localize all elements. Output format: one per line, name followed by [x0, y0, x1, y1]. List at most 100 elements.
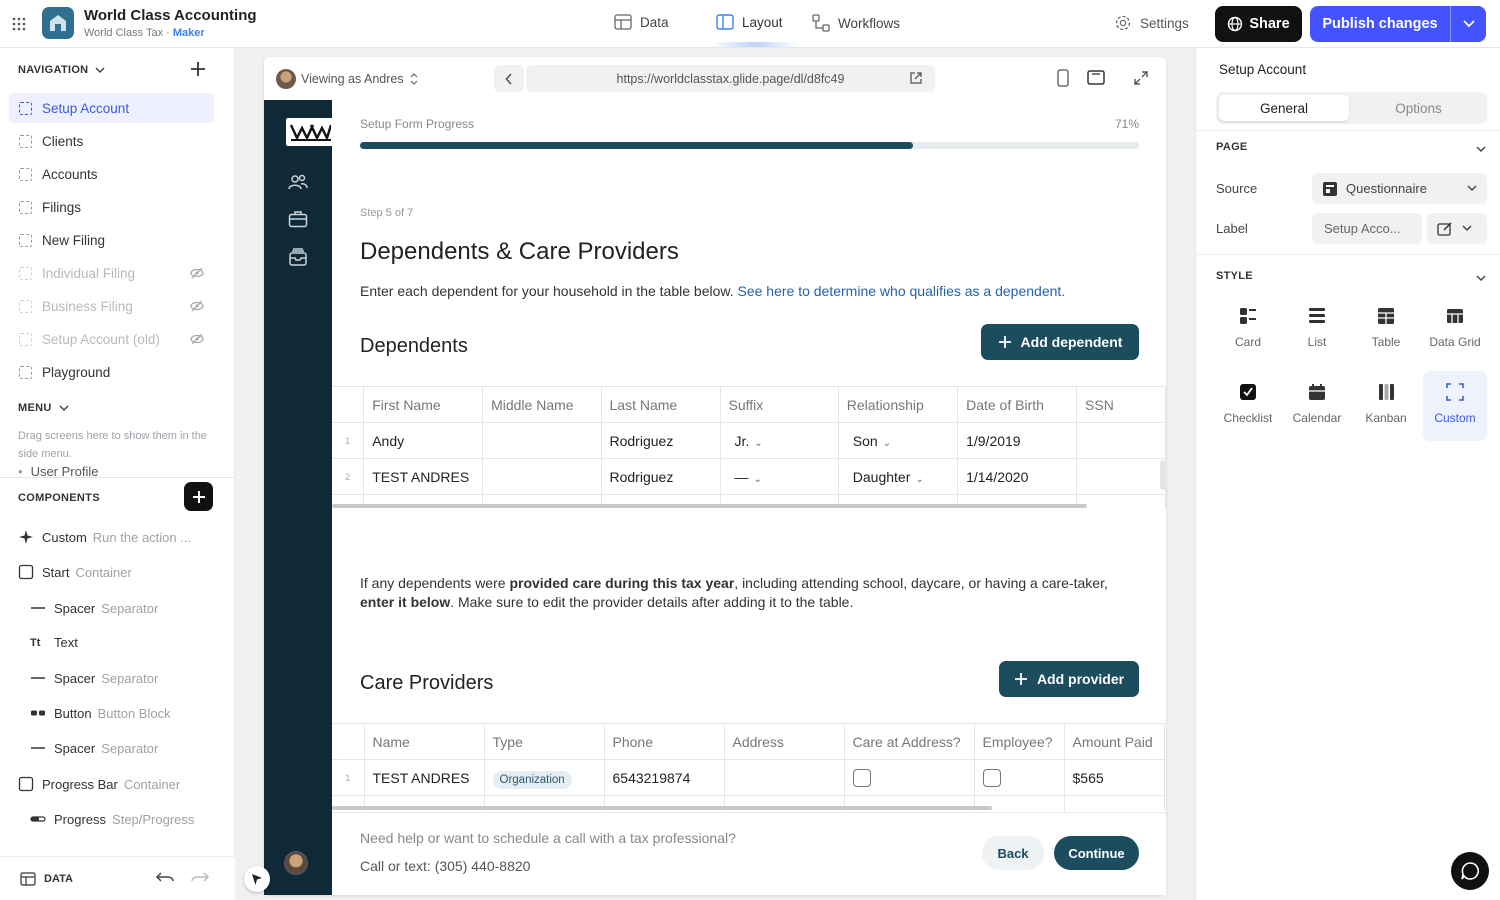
- cell-last-name[interactable]: Rodriguez: [600, 422, 721, 459]
- cell-dob[interactable]: 1/14/2020: [957, 458, 1078, 495]
- data-footer-button[interactable]: DATA: [20, 872, 73, 886]
- chevron-down-icon[interactable]: [1476, 141, 1486, 156]
- add-provider-button[interactable]: Add provider: [999, 661, 1139, 697]
- component-button[interactable]: Button Button Block: [30, 705, 171, 721]
- horizontal-scrollbar[interactable]: [332, 806, 992, 810]
- style-list[interactable]: List: [1285, 295, 1349, 365]
- table-row[interactable]: 1 TEST ANDRES Organization 6543219874 $5…: [332, 759, 1165, 796]
- cell-type[interactable]: Organization: [483, 759, 605, 796]
- column-header[interactable]: SSN: [1076, 386, 1166, 423]
- nav-item-setup-account-old[interactable]: Setup Account (old): [9, 324, 214, 354]
- mobile-view-icon[interactable]: [1057, 69, 1069, 90]
- label-input[interactable]: Setup Acco...: [1312, 213, 1422, 244]
- style-data-grid[interactable]: Data Grid: [1423, 295, 1487, 365]
- add-component-button[interactable]: [184, 482, 213, 511]
- cell-name[interactable]: TEST ANDRES: [363, 759, 485, 796]
- cell-address[interactable]: [723, 759, 845, 796]
- style-custom[interactable]: Custom: [1423, 371, 1487, 441]
- cell-first-name[interactable]: Andy: [363, 422, 484, 459]
- user-avatar[interactable]: [284, 851, 308, 875]
- source-select[interactable]: Questionnaire: [1312, 173, 1487, 204]
- column-header[interactable]: Type: [483, 723, 605, 760]
- component-spacer[interactable]: Spacer Separator: [30, 600, 158, 616]
- inbox-icon[interactable]: [288, 247, 308, 270]
- cell-relationship[interactable]: Daughter ⌄: [837, 458, 959, 495]
- cell-phone[interactable]: 6543219874: [603, 759, 725, 796]
- apps-grid-icon[interactable]: [12, 17, 26, 34]
- table-row[interactable]: 2 TEST ANDRES Rodriguez — ⌄ Daughter ⌄ 1/1…: [332, 458, 1166, 495]
- url-bar[interactable]: https://worldclasstax.glide.page/dl/d8fc…: [526, 65, 935, 92]
- tab-data[interactable]: Data: [614, 14, 669, 30]
- menu-header[interactable]: MENU: [18, 402, 69, 414]
- open-external-icon[interactable]: [909, 71, 923, 88]
- column-header[interactable]: Last Name: [600, 386, 721, 423]
- tab-options[interactable]: Options: [1353, 95, 1484, 121]
- briefcase-icon[interactable]: [288, 210, 308, 231]
- users-icon[interactable]: [288, 173, 308, 194]
- redo-icon[interactable]: [190, 871, 210, 888]
- component-start[interactable]: Start Container: [18, 564, 132, 580]
- continue-button[interactable]: Continue: [1054, 836, 1139, 870]
- tablet-view-icon[interactable]: [1087, 70, 1105, 88]
- cell-ssn[interactable]: [1076, 422, 1166, 459]
- column-header[interactable]: Employee?: [973, 723, 1065, 760]
- style-table[interactable]: Table: [1354, 295, 1418, 365]
- cell-care-at-address[interactable]: [843, 759, 975, 796]
- component-text[interactable]: Tt Text: [30, 635, 78, 650]
- cell-last-name[interactable]: Rodriguez: [600, 458, 721, 495]
- component-spacer[interactable]: Spacer Separator: [30, 670, 158, 686]
- select-tool-button[interactable]: [244, 866, 270, 892]
- back-button[interactable]: Back: [982, 836, 1044, 870]
- tab-workflows[interactable]: Workflows: [812, 14, 900, 32]
- cell-relationship[interactable]: Son ⌄: [837, 422, 959, 459]
- nav-item-filings[interactable]: Filings: [9, 192, 214, 222]
- navigation-header[interactable]: NAVIGATION: [18, 64, 105, 76]
- cell-suffix[interactable]: Jr. ⌄: [719, 422, 839, 459]
- component-spacer[interactable]: Spacer Separator: [30, 740, 158, 756]
- chevron-down-icon[interactable]: [1476, 270, 1486, 285]
- style-calendar[interactable]: Calendar: [1285, 371, 1349, 441]
- nav-item-setup-account[interactable]: Setup Account: [9, 93, 214, 123]
- component-progress[interactable]: Progress Step/Progress: [30, 811, 194, 827]
- column-header[interactable]: Name: [363, 723, 485, 760]
- table-row[interactable]: 1 Andy Rodriguez Jr. ⌄ Son ⌄ 1/9/2019: [332, 422, 1166, 459]
- share-button[interactable]: Share: [1215, 6, 1302, 42]
- add-screen-icon[interactable]: [190, 61, 206, 80]
- viewing-as-selector[interactable]: Viewing as Andres: [276, 69, 418, 89]
- column-header[interactable]: Care at Address?: [843, 723, 975, 760]
- style-checklist[interactable]: Checklist: [1216, 371, 1280, 441]
- publish-button[interactable]: Publish changes: [1310, 6, 1486, 42]
- chat-support-button[interactable]: [1451, 852, 1489, 890]
- column-header[interactable]: First Name: [363, 386, 484, 423]
- style-card[interactable]: Card: [1216, 295, 1280, 365]
- cell-dob[interactable]: 1/9/2019: [957, 422, 1078, 459]
- cell-first-name[interactable]: TEST ANDRES: [363, 458, 484, 495]
- nav-item-accounts[interactable]: Accounts: [9, 159, 214, 189]
- cell-suffix[interactable]: — ⌄: [719, 458, 839, 495]
- column-header[interactable]: Date of Birth: [957, 386, 1078, 423]
- column-header[interactable]: Address: [723, 723, 845, 760]
- cell-middle-name[interactable]: [482, 458, 602, 495]
- component-custom[interactable]: Custom Run the action ...: [18, 529, 191, 545]
- employee-checkbox[interactable]: [982, 768, 1001, 787]
- cell-ssn[interactable]: [1076, 458, 1166, 495]
- column-header[interactable]: Relationship: [837, 386, 959, 423]
- nav-item-playground[interactable]: Playground: [9, 357, 214, 387]
- add-dependent-button[interactable]: Add dependent: [981, 324, 1139, 360]
- style-kanban[interactable]: Kanban: [1354, 371, 1418, 441]
- column-header[interactable]: Phone: [603, 723, 725, 760]
- nav-item-clients[interactable]: Clients: [9, 126, 214, 156]
- cell-employee[interactable]: [973, 759, 1065, 796]
- menu-item-partial[interactable]: • User Profile: [18, 464, 218, 477]
- app-logo[interactable]: [42, 7, 74, 39]
- component-progress-bar[interactable]: Progress Bar Container: [18, 776, 180, 792]
- expand-icon[interactable]: [1133, 70, 1149, 89]
- tab-general[interactable]: General: [1219, 95, 1349, 121]
- resize-handle[interactable]: [1160, 460, 1166, 490]
- column-header[interactable]: Suffix: [719, 386, 839, 423]
- publish-dropdown-icon[interactable]: [1451, 20, 1486, 28]
- column-header[interactable]: Amount Paid: [1063, 723, 1165, 760]
- cell-middle-name[interactable]: [482, 422, 602, 459]
- back-nav-button[interactable]: [494, 65, 524, 92]
- label-binding-button[interactable]: [1427, 213, 1487, 244]
